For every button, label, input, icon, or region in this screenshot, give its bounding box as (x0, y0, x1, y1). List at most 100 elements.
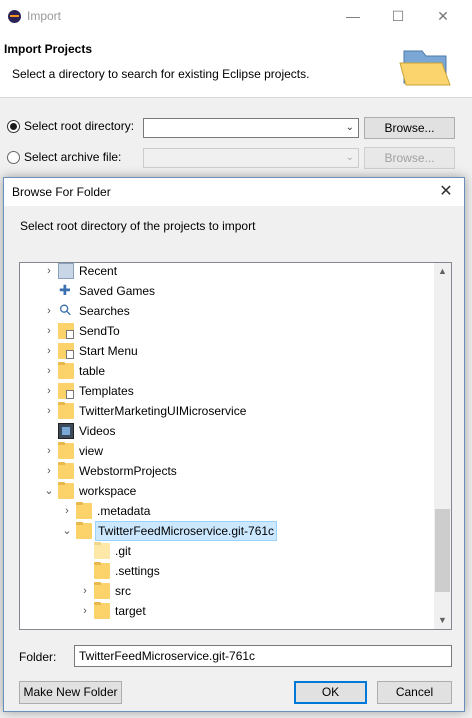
tree-item[interactable]: .settings (20, 561, 433, 581)
folder-icon-light (94, 542, 110, 559)
shortcut-folder-icon (58, 343, 74, 359)
folder-icon (94, 602, 110, 619)
search-folder-icon (58, 303, 74, 319)
tree-item[interactable]: .git (20, 541, 433, 561)
root-directory-label: Select root directory: (24, 119, 135, 133)
folder-tree[interactable]: › Recent Saved Games › Searches › SendTo › Start… (19, 262, 452, 630)
tree-item-label: workspace (79, 484, 137, 498)
root-directory-option[interactable]: Select root directory: (7, 119, 134, 133)
dialog-instruction: Select root directory of the projects to… (20, 219, 256, 233)
folder-icon (58, 362, 74, 379)
dialog-titlebar: Browse For Folder ✕ (4, 178, 464, 206)
tree-item-label: WebstormProjects (79, 464, 177, 478)
dialog-close-button[interactable]: ✕ (434, 180, 458, 204)
browse-root-button[interactable]: Browse... (364, 117, 455, 139)
chevron-right-icon[interactable] (44, 281, 54, 301)
videos-icon (58, 423, 74, 439)
chevron-right-icon[interactable]: › (44, 361, 54, 381)
folder-input[interactable]: TwitterFeedMicroservice.git-761c (74, 645, 452, 667)
folder-icon (58, 442, 74, 459)
minimize-button[interactable]: — (338, 4, 368, 28)
chevron-right-icon[interactable]: › (44, 441, 54, 461)
tree-item[interactable]: › Recent (20, 263, 433, 281)
folder-icon (94, 582, 110, 599)
tree-item[interactable]: › view (20, 441, 433, 461)
folder-label: Folder: (19, 650, 57, 664)
import-window-title: Import (27, 9, 62, 23)
tree-item[interactable]: › TwitterMarketingUIMicroservice (20, 401, 433, 421)
dialog-title: Browse For Folder (12, 185, 111, 199)
open-folder-icon (399, 50, 451, 86)
chevron-right-icon[interactable]: › (62, 501, 72, 521)
import-titlebar: Import — ☐ ✕ (0, 0, 472, 33)
tree-item[interactable]: ⌄ TwitterFeedMicroservice.git-761c (20, 521, 433, 541)
cancel-button[interactable]: Cancel (377, 681, 452, 704)
tree-item-label: Recent (79, 264, 118, 278)
chevron-right-icon[interactable]: › (44, 381, 54, 401)
wizard-header: Import Projects Select a directory to se… (0, 33, 472, 98)
browse-archive-button[interactable]: Browse... (364, 147, 455, 169)
tree-item[interactable]: ⌄ workspace (20, 481, 433, 501)
archive-file-label: Select archive file: (24, 150, 122, 164)
chevron-right-icon[interactable]: › (80, 581, 90, 601)
folder-icon (58, 482, 74, 499)
chevron-down-icon[interactable]: ⌄ (44, 481, 54, 501)
chevron-right-icon[interactable] (80, 541, 90, 561)
tree-item[interactable]: › Templates (20, 381, 433, 401)
tree-item-label: Start Menu (79, 344, 138, 358)
tree-item[interactable]: › Start Menu (20, 341, 433, 361)
chevron-right-icon[interactable]: › (44, 263, 54, 281)
shortcut-folder-icon (58, 323, 74, 339)
scroll-up-icon[interactable]: ▲ (434, 263, 451, 280)
archive-file-combo[interactable]: ⌄ (143, 148, 359, 168)
wizard-description: Select a directory to search for existin… (12, 67, 310, 81)
tree-item-label: .settings (115, 564, 160, 578)
scroll-thumb[interactable] (435, 509, 450, 592)
make-new-folder-button[interactable]: Make New Folder (19, 681, 122, 704)
close-window-button[interactable]: ✕ (428, 4, 458, 28)
folder-icon (76, 502, 92, 519)
tree-item[interactable]: › src (20, 581, 433, 601)
ok-button[interactable]: OK (294, 681, 367, 704)
network-folder-icon (58, 263, 74, 279)
tree-item[interactable]: › table (20, 361, 433, 381)
tree-item[interactable]: › SendTo (20, 321, 433, 341)
tree-item-label: target (115, 604, 146, 618)
eclipse-icon (8, 10, 21, 23)
archive-file-option[interactable]: Select archive file: (7, 150, 121, 164)
archive-file-radio[interactable] (7, 150, 20, 164)
chevron-down-icon: ⌄ (345, 122, 354, 133)
tree-item-label: .git (115, 544, 132, 558)
tree-item-label: TwitterMarketingUIMicroservice (79, 404, 247, 418)
tree-item-label: SendTo (79, 324, 120, 338)
tree-item[interactable]: › target (20, 601, 433, 621)
chevron-right-icon[interactable]: › (80, 601, 90, 621)
maximize-button[interactable]: ☐ (383, 4, 413, 28)
chevron-right-icon[interactable]: › (44, 401, 54, 421)
scroll-down-icon[interactable]: ▼ (434, 612, 451, 629)
chevron-right-icon[interactable]: › (44, 301, 54, 321)
folder-icon (76, 522, 92, 539)
root-directory-radio[interactable] (7, 119, 20, 133)
tree-item-label: src (115, 584, 131, 598)
chevron-right-icon[interactable]: › (44, 341, 54, 361)
tree-item-label: Searches (79, 304, 130, 318)
tree-scrollbar[interactable]: ▲ ▼ (434, 263, 451, 629)
chevron-right-icon[interactable] (80, 561, 90, 581)
chevron-right-icon[interactable] (44, 421, 54, 441)
chevron-right-icon[interactable]: › (44, 461, 54, 481)
tree-item[interactable]: Saved Games (20, 281, 433, 301)
tree-item[interactable]: › .metadata (20, 501, 433, 521)
tree-item-label: .metadata (97, 504, 151, 518)
chevron-right-icon[interactable]: › (44, 321, 54, 341)
chevron-down-icon: ⌄ (345, 152, 354, 163)
tree-item[interactable]: Videos (20, 421, 433, 441)
wizard-title: Import Projects (4, 42, 93, 56)
browse-for-folder-dialog: Browse For Folder ✕ Select root director… (3, 177, 465, 712)
chevron-down-icon[interactable]: ⌄ (62, 521, 72, 541)
tree-item[interactable]: › Searches (20, 301, 433, 321)
root-directory-combo[interactable]: ⌄ (143, 118, 359, 138)
saved-games-icon (58, 282, 74, 299)
tree-item[interactable]: › WebstormProjects (20, 461, 433, 481)
tree-item-label: Saved Games (79, 284, 156, 298)
